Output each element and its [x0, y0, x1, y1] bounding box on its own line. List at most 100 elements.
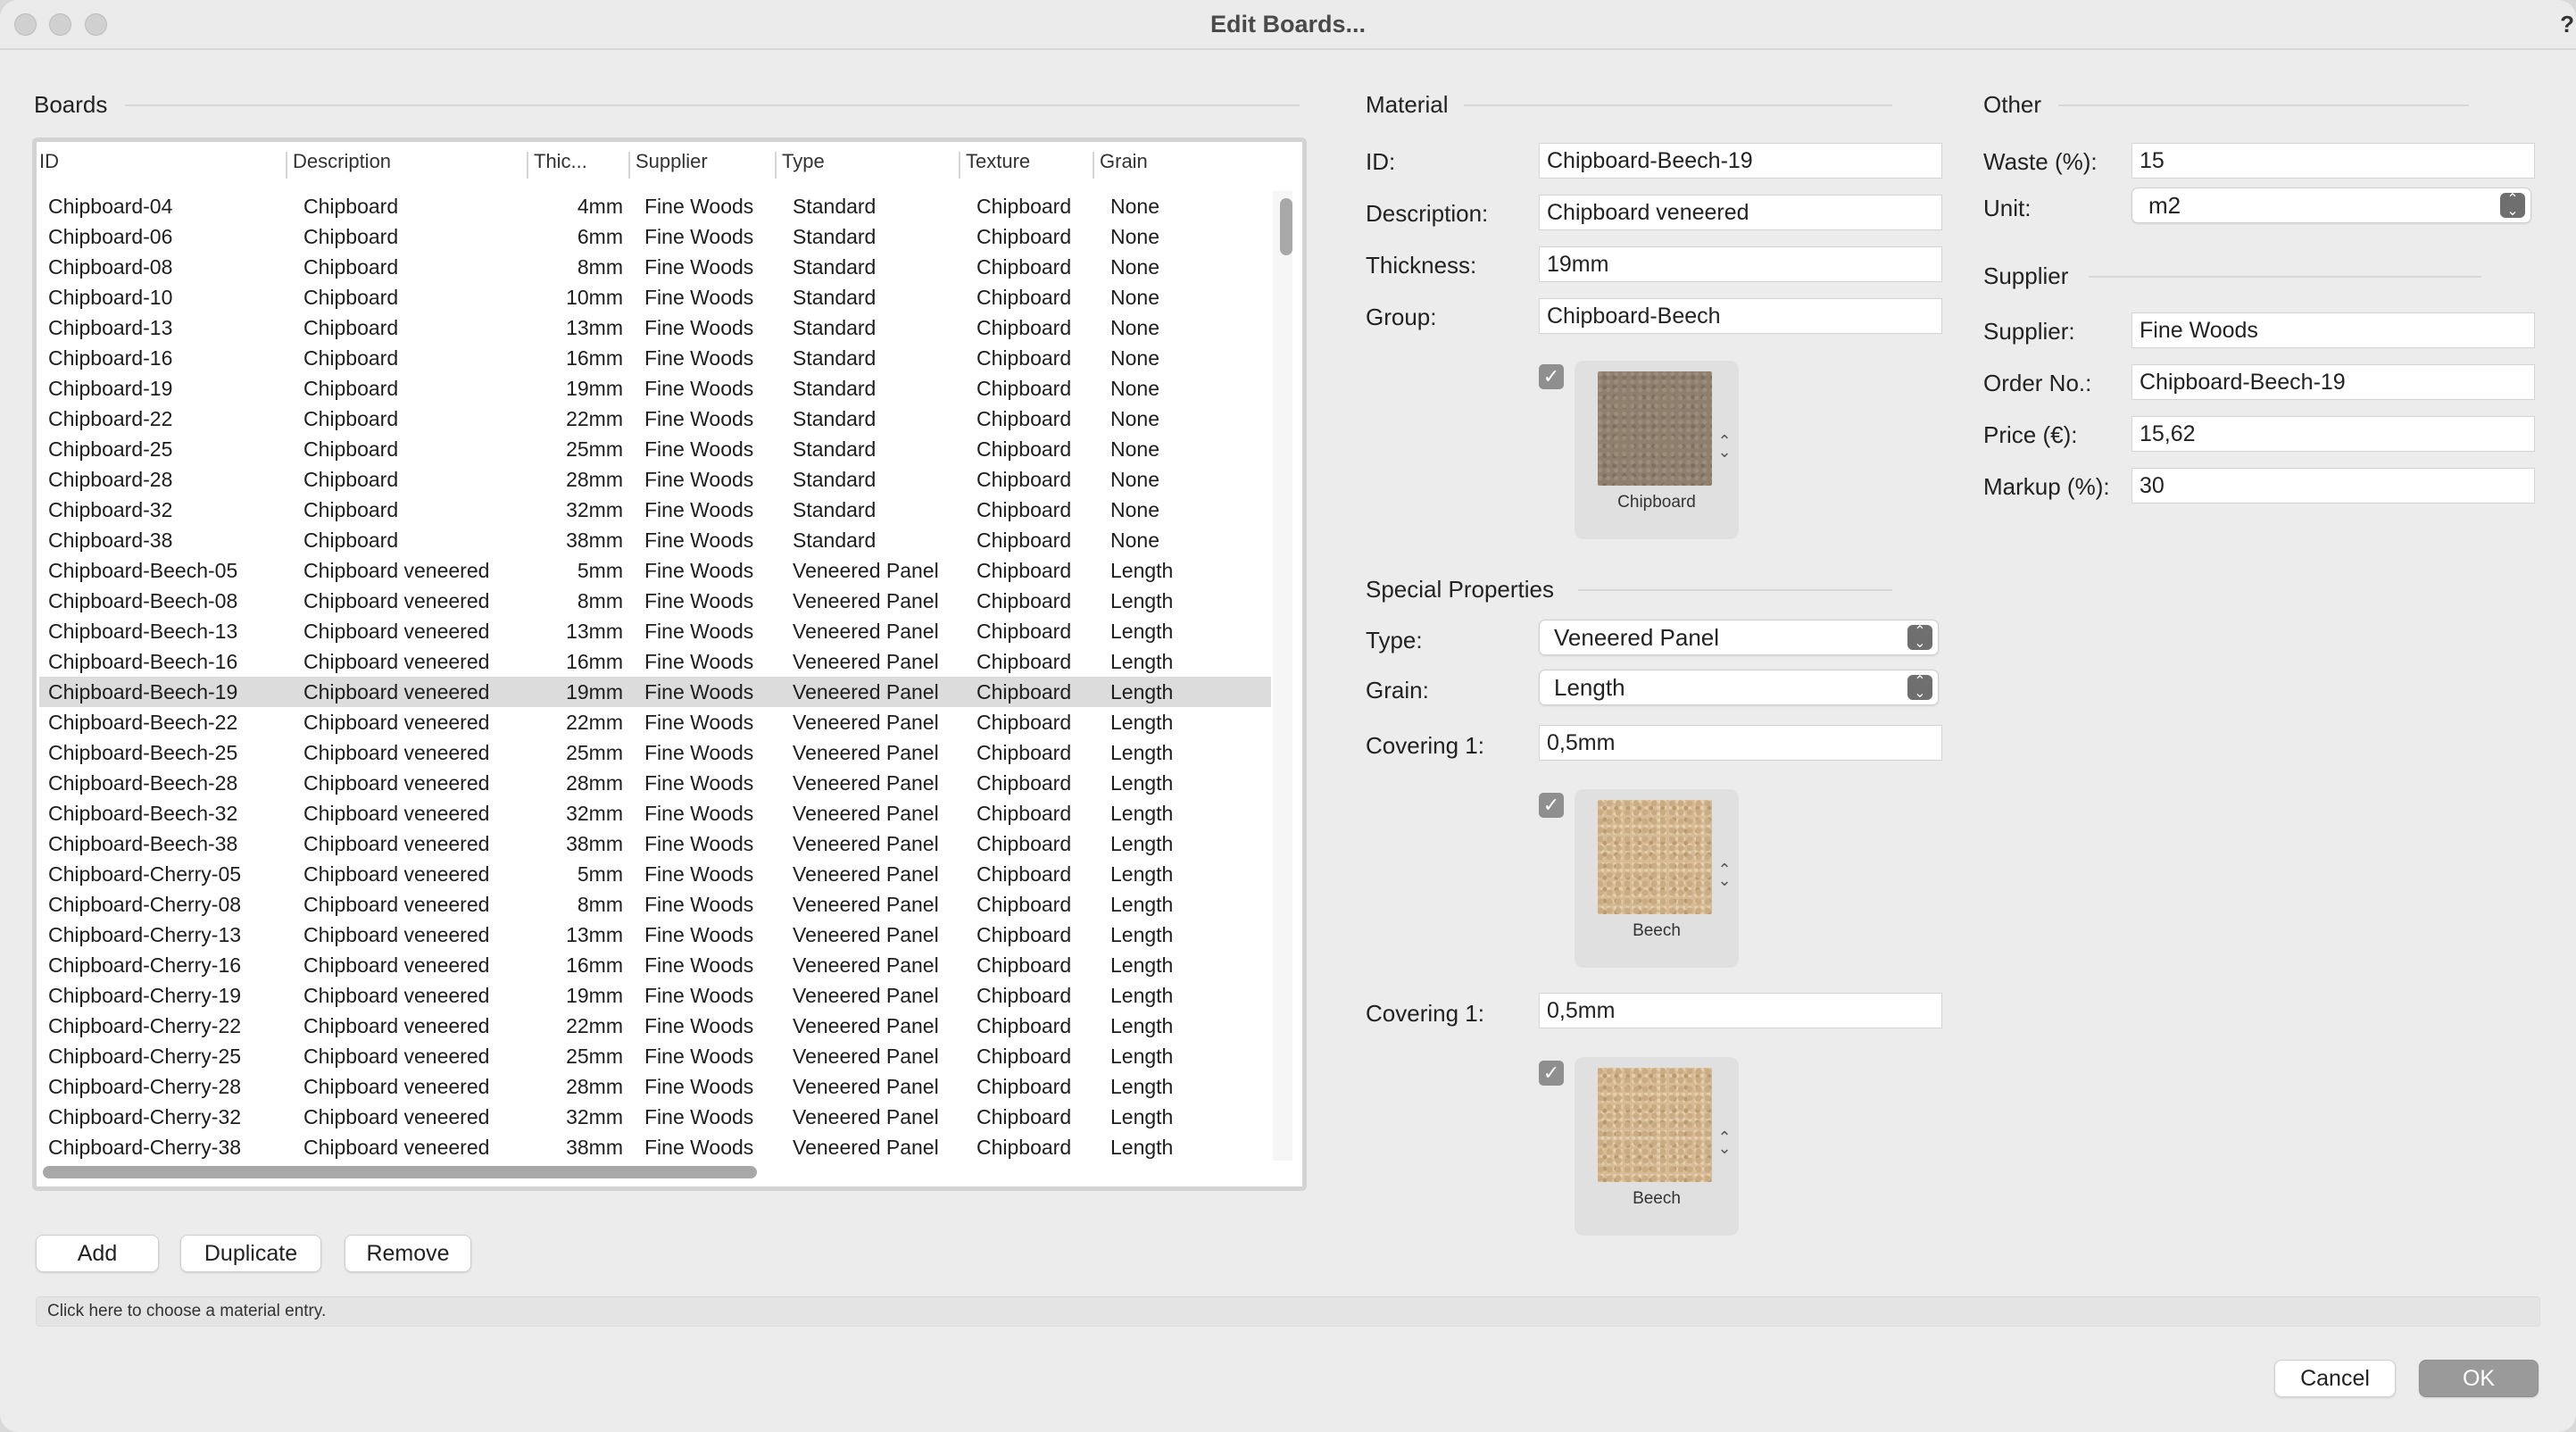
- covering2-field[interactable]: [1539, 993, 1942, 1028]
- column-header-grain[interactable]: Grain: [1100, 150, 1148, 173]
- column-header-texture[interactable]: Texture: [966, 150, 1030, 173]
- vertical-scrollbar[interactable]: [1273, 191, 1292, 1161]
- cell-type: Standard: [793, 346, 877, 370]
- table-row[interactable]: Chipboard-Beech-38 Chipboard veneered 38mm…: [39, 828, 1271, 859]
- special-properties-divider: [1578, 589, 1892, 591]
- table-row[interactable]: Chipboard-Beech-32 Chipboard veneered 32mm…: [39, 798, 1271, 828]
- thickness-field[interactable]: [1539, 246, 1942, 282]
- column-header-description[interactable]: Description: [293, 150, 391, 173]
- other-section-title: Other: [1983, 91, 2042, 118]
- markup-field[interactable]: [2131, 468, 2535, 504]
- table-row[interactable]: Chipboard-19 Chipboard 19mm Fine Woods Stand…: [39, 373, 1271, 404]
- description-field[interactable]: [1539, 195, 1942, 230]
- table-row[interactable]: Chipboard-Beech-16 Chipboard veneered 16mm…: [39, 646, 1271, 677]
- table-row[interactable]: Chipboard-08 Chipboard 8mm Fine Woods Standa…: [39, 252, 1271, 282]
- texture-name: Beech: [1633, 921, 1681, 940]
- table-row[interactable]: Chipboard-04 Chipboard 4mm Fine Woods Standa…: [39, 191, 1271, 221]
- table-row[interactable]: Chipboard-Cherry-16 Chipboard veneered 16m…: [39, 950, 1271, 980]
- table-row[interactable]: Chipboard-Beech-19 Chipboard veneered 19mm…: [39, 677, 1271, 707]
- horizontal-scrollbar-thumb[interactable]: [43, 1166, 757, 1178]
- table-row[interactable]: Chipboard-32 Chipboard 32mm Fine Woods Stand…: [39, 495, 1271, 525]
- column-separator[interactable]: [1093, 152, 1094, 179]
- column-separator[interactable]: [286, 152, 287, 179]
- cell-supplier: Fine Woods: [644, 1136, 754, 1159]
- table-row[interactable]: Chipboard-28 Chipboard 28mm Fine Woods Stand…: [39, 464, 1271, 495]
- table-row[interactable]: Chipboard-10 Chipboard 10mm Fine Woods Stand…: [39, 282, 1271, 312]
- unit-select-value: m2: [2148, 192, 2181, 219]
- status-bar[interactable]: Click here to choose a material entry.: [36, 1296, 2540, 1327]
- column-separator[interactable]: [959, 152, 960, 179]
- column-separator[interactable]: [628, 152, 630, 179]
- table-row[interactable]: Chipboard-Cherry-38 Chipboard veneered 38m…: [39, 1132, 1271, 1162]
- cell-texture: Chipboard: [976, 316, 1072, 339]
- table-row[interactable]: Chipboard-Cherry-28 Chipboard veneered 28m…: [39, 1071, 1271, 1102]
- table-row[interactable]: Chipboard-Cherry-22 Chipboard veneered 22m…: [39, 1011, 1271, 1041]
- column-header-thickness[interactable]: Thic...: [534, 150, 587, 173]
- table-row[interactable]: Chipboard-13 Chipboard 13mm Fine Woods Stand…: [39, 312, 1271, 343]
- cell-type: Standard: [793, 498, 877, 521]
- cell-thickness: 16mm: [566, 346, 623, 370]
- grain-select[interactable]: Length ⌃ ⌄: [1539, 670, 1939, 705]
- table-row[interactable]: Chipboard-Beech-22 Chipboard veneered 22mm…: [39, 707, 1271, 737]
- cell-grain: None: [1110, 407, 1159, 430]
- covering1-checkbox[interactable]: ✓: [1539, 793, 1564, 818]
- help-icon[interactable]: ?: [2560, 11, 2574, 38]
- cell-grain: None: [1110, 255, 1159, 279]
- cell-texture: Chipboard: [976, 741, 1072, 764]
- cell-id: Chipboard-Cherry-19: [48, 984, 242, 1007]
- table-row[interactable]: Chipboard-Cherry-08 Chipboard veneered 8mm…: [39, 889, 1271, 920]
- stepper-icon[interactable]: ⌃ ⌄: [1716, 433, 1733, 460]
- covering1-texture-picker[interactable]: ⌃ ⌄ Beech: [1575, 789, 1739, 968]
- ok-button[interactable]: OK: [2419, 1360, 2539, 1397]
- table-row[interactable]: Chipboard-Cherry-13 Chipboard veneered 13m…: [39, 920, 1271, 950]
- covering2-checkbox[interactable]: ✓: [1539, 1061, 1564, 1086]
- covering2-texture-picker[interactable]: ⌃ ⌄ Beech: [1575, 1057, 1739, 1236]
- table-row[interactable]: Chipboard-Cherry-32 Chipboard veneered 32m…: [39, 1102, 1271, 1132]
- cell-thickness: 6mm: [577, 225, 623, 248]
- column-header-id[interactable]: ID: [39, 150, 59, 173]
- cell-description: Chipboard veneered: [303, 1075, 490, 1098]
- column-header-type[interactable]: Type: [782, 150, 825, 173]
- order-number-field[interactable]: [2131, 364, 2535, 400]
- texture-checkbox[interactable]: ✓: [1539, 364, 1564, 389]
- table-row[interactable]: Chipboard-Beech-25 Chipboard veneered 25mm…: [39, 737, 1271, 768]
- table-row[interactable]: Chipboard-Beech-08 Chipboard veneered 8mm F…: [39, 586, 1271, 616]
- table-row[interactable]: Chipboard-25 Chipboard 25mm Fine Woods Stand…: [39, 434, 1271, 464]
- table-row[interactable]: Chipboard-Beech-05 Chipboard veneered 5mm F…: [39, 555, 1271, 586]
- cell-type: Standard: [793, 225, 877, 248]
- cell-supplier: Fine Woods: [644, 559, 754, 582]
- stepper-icon[interactable]: ⌃ ⌄: [1716, 862, 1733, 888]
- price-field[interactable]: [2131, 416, 2535, 452]
- table-row[interactable]: Chipboard-38 Chipboard 38mm Fine Woods Stand…: [39, 525, 1271, 555]
- column-separator[interactable]: [527, 152, 528, 179]
- remove-button[interactable]: Remove: [345, 1235, 471, 1272]
- id-field[interactable]: [1539, 143, 1942, 179]
- table-row[interactable]: Chipboard-Cherry-05 Chipboard veneered 5mm…: [39, 859, 1271, 889]
- cell-grain: Length: [1110, 559, 1174, 582]
- texture-picker[interactable]: ⌃ ⌄ Chipboard: [1575, 361, 1739, 539]
- cell-supplier: Fine Woods: [644, 498, 754, 521]
- cell-type: Standard: [793, 468, 877, 491]
- type-select[interactable]: Veneered Panel ⌃ ⌄: [1539, 620, 1939, 655]
- stepper-icon[interactable]: ⌃ ⌄: [1716, 1129, 1733, 1156]
- duplicate-button[interactable]: Duplicate: [180, 1235, 321, 1272]
- table-row[interactable]: Chipboard-Cherry-19 Chipboard veneered 19m…: [39, 980, 1271, 1011]
- table-row[interactable]: Chipboard-16 Chipboard 16mm Fine Woods Stand…: [39, 343, 1271, 373]
- supplier-field[interactable]: [2131, 312, 2535, 348]
- table-row[interactable]: Chipboard-06 Chipboard 6mm Fine Woods Standa…: [39, 221, 1271, 252]
- waste-field[interactable]: [2131, 143, 2535, 179]
- table-row[interactable]: Chipboard-Beech-28 Chipboard veneered 28mm…: [39, 768, 1271, 798]
- add-button[interactable]: Add: [36, 1235, 159, 1272]
- group-field[interactable]: [1539, 298, 1942, 334]
- table-row[interactable]: Chipboard-Cherry-25 Chipboard veneered 25m…: [39, 1041, 1271, 1071]
- vertical-scrollbar-thumb[interactable]: [1280, 198, 1292, 255]
- table-row[interactable]: Chipboard-22 Chipboard 22mm Fine Woods Stand…: [39, 404, 1271, 434]
- cancel-button[interactable]: Cancel: [2274, 1360, 2396, 1397]
- unit-select[interactable]: m2 ⌃ ⌄: [2131, 187, 2531, 223]
- covering1-field[interactable]: [1539, 725, 1942, 761]
- table-row[interactable]: Chipboard-Beech-13 Chipboard veneered 13mm…: [39, 616, 1271, 646]
- cell-supplier: Fine Woods: [644, 953, 754, 977]
- column-separator[interactable]: [775, 152, 777, 179]
- column-header-supplier[interactable]: Supplier: [636, 150, 708, 173]
- cell-description: Chipboard: [303, 498, 399, 521]
